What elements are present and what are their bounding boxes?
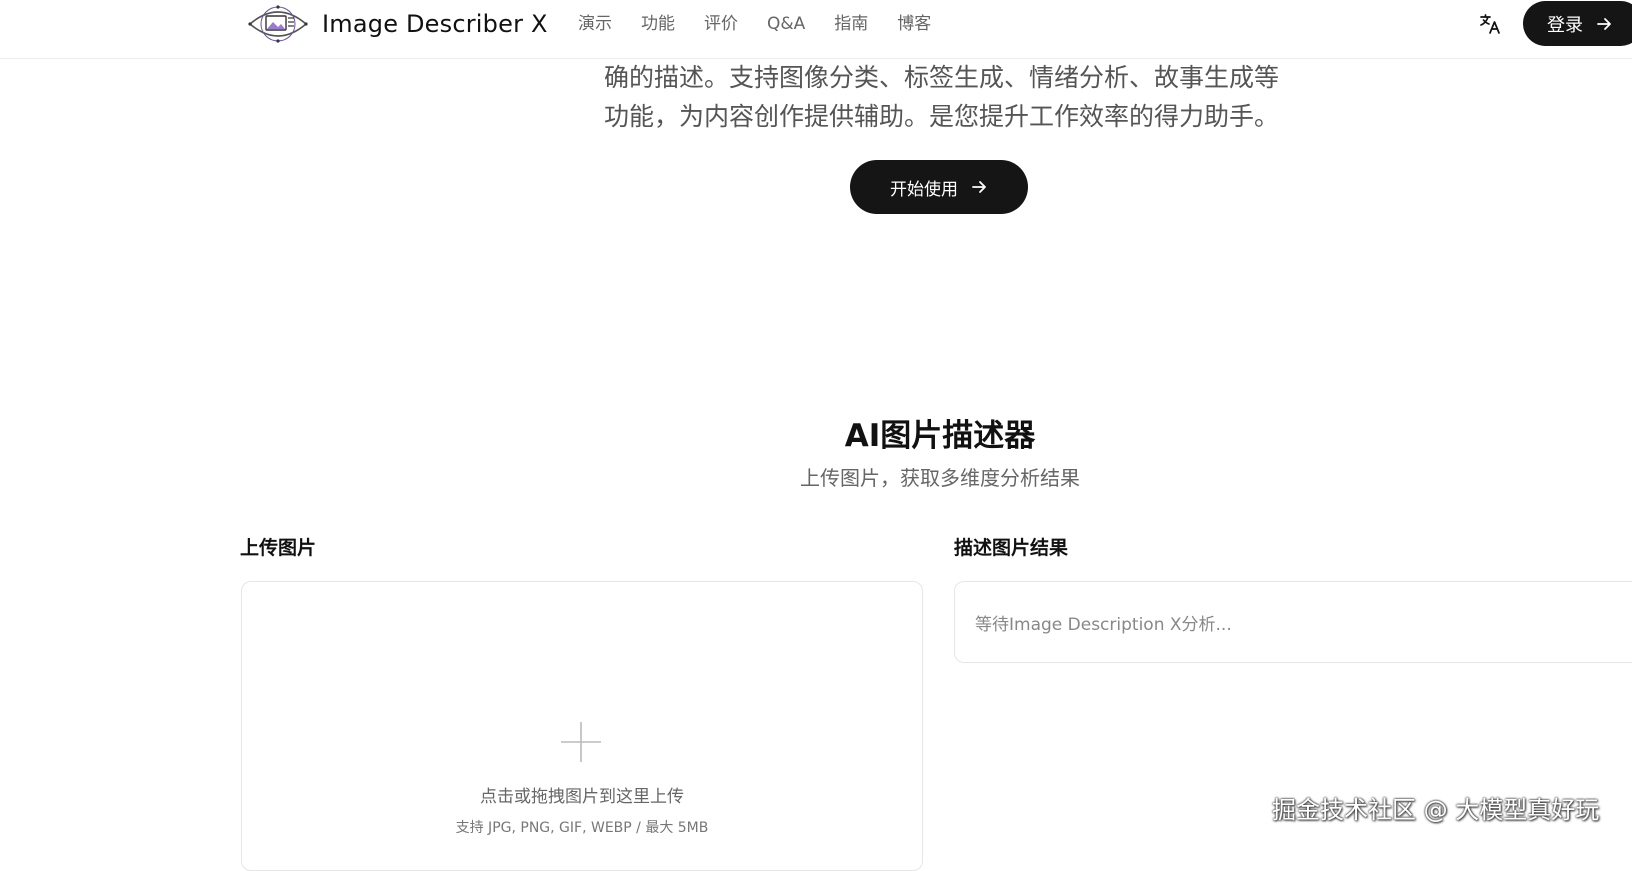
result-label: 描述图片结果: [954, 537, 1069, 559]
upload-label: 上传图片: [240, 537, 317, 559]
hero-description-line: 功能，为内容创作提供辅助。是您提升工作效率的得力助手。: [604, 102, 1280, 131]
section-subtitle: 上传图片，获取多维度分析结果: [800, 466, 1080, 490]
arrow-right-icon: [972, 181, 986, 193]
upload-formats: 支持 JPG, PNG, GIF, WEBP / 最大 5MB: [455, 820, 709, 836]
result-placeholder: 等待Image Description X分析...: [975, 615, 1232, 635]
nav-item-demo[interactable]: 演示: [578, 6, 612, 42]
nav-item-guide[interactable]: 指南: [834, 6, 868, 42]
nav-item-features[interactable]: 功能: [641, 6, 675, 42]
image-upload-dropzone[interactable]: 点击或拖拽图片到这里上传 支持 JPG, PNG, GIF, WEBP / 最大…: [241, 581, 923, 871]
nav-item-qa[interactable]: Q&A: [767, 6, 805, 42]
arrow-right-icon: [1597, 17, 1611, 30]
site-header: Image Describer X 演示 功能 评价 Q&A 指南 博客 登录: [0, 0, 1632, 59]
hero-description-line: 确的描述。支持图像分类、标签生成、情绪分析、故事生成等: [604, 63, 1280, 92]
get-started-label: 开始使用: [890, 179, 958, 200]
login-button-label: 登录: [1547, 14, 1583, 36]
watermark: 掘金技术社区 @ 大模型真好玩: [1272, 796, 1600, 824]
brand-name[interactable]: Image Describer X: [322, 6, 548, 42]
result-output-box: 等待Image Description X分析...: [954, 581, 1632, 663]
logo-icon[interactable]: [248, 4, 308, 44]
nav-item-blog[interactable]: 博客: [897, 6, 931, 42]
translate-icon[interactable]: [1478, 12, 1502, 36]
plus-icon: [561, 722, 601, 762]
hero-description: 确的描述。支持图像分类、标签生成、情绪分析、故事生成等 功能，为内容创作提供辅助…: [604, 58, 1294, 136]
upload-hint: 点击或拖拽图片到这里上传: [480, 787, 684, 807]
section-title: AI图片描述器: [844, 418, 1036, 454]
main-nav: 演示 功能 评价 Q&A 指南 博客: [578, 6, 960, 42]
nav-item-reviews[interactable]: 评价: [704, 6, 738, 42]
login-button[interactable]: 登录: [1523, 1, 1632, 46]
get-started-button[interactable]: 开始使用: [850, 160, 1028, 214]
